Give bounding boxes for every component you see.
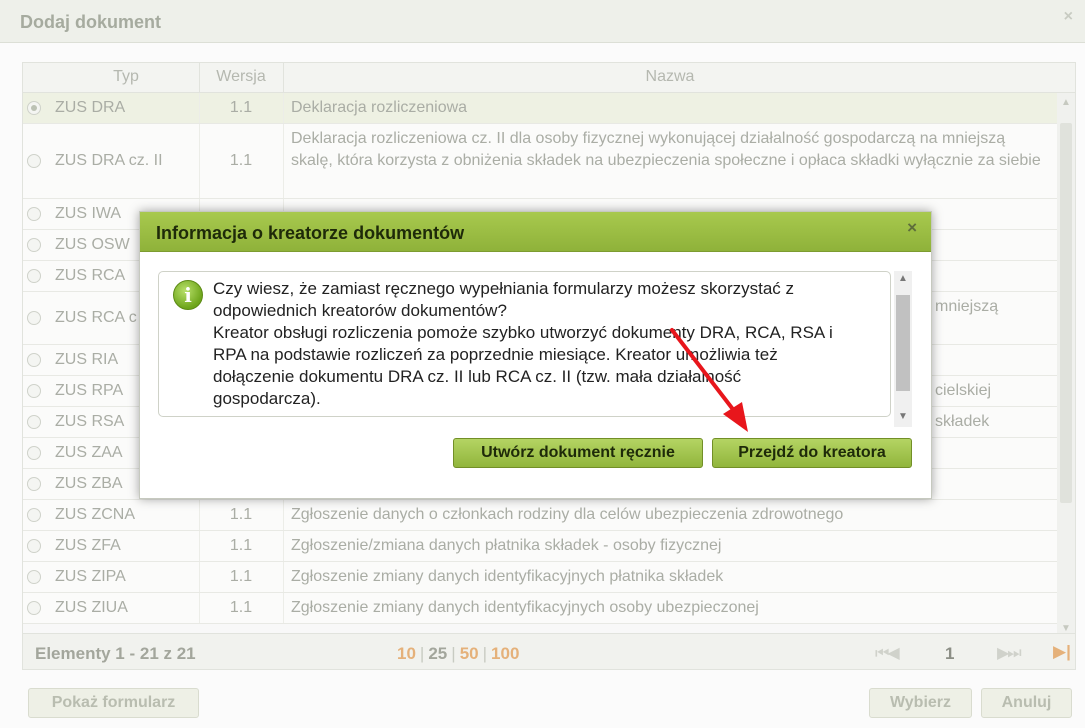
row-typ: ZUS ZAA [55, 444, 123, 461]
choose-button[interactable]: Wybierz [869, 688, 972, 718]
table-row[interactable]: ZUS ZIUA 1.1 Zgłoszenie zmiany danych id… [23, 593, 1057, 624]
window-title-bar: Dodaj dokument × [0, 0, 1085, 43]
scroll-up-icon[interactable]: ▲ [898, 273, 908, 284]
row-radio[interactable] [27, 269, 41, 283]
row-radio[interactable] [27, 238, 41, 252]
row-typ: ZUS ZIPA [55, 568, 126, 585]
row-radio[interactable] [27, 384, 41, 398]
page-size-100[interactable]: 100 [491, 644, 519, 663]
create-manually-button[interactable]: Utwórz dokument ręcznie [453, 438, 703, 468]
last-page-icon[interactable]: ▶⏭ [997, 643, 1022, 663]
row-typ: ZUS RCA [55, 267, 126, 284]
dialog-message: Czy wiesz, że zamiast ręcznego wypełnian… [213, 278, 885, 410]
row-radio[interactable] [27, 477, 41, 491]
message-line: Kreator obsługi rozliczenia pomoże szybk… [213, 323, 833, 342]
row-radio[interactable] [27, 101, 41, 115]
row-typ: ZUS DRA cz. II [55, 152, 163, 169]
table-row[interactable]: ZUS ZIPA 1.1 Zgłoszenie zmiany danych id… [23, 562, 1057, 593]
row-nazwa: składek [935, 413, 990, 430]
grid-scroll-thumb[interactable] [1060, 123, 1072, 503]
grid-scrollbar[interactable]: ▲ ▼ [1057, 93, 1075, 639]
scroll-down-icon[interactable]: ▼ [898, 411, 908, 422]
page-size-10[interactable]: 10 [397, 644, 416, 663]
column-header-wersja[interactable]: Wersja [199, 68, 283, 86]
row-radio[interactable] [27, 601, 41, 615]
show-form-button[interactable]: Pokaż formularz [28, 688, 199, 718]
row-typ: ZUS OSW [55, 236, 130, 253]
dialog-header: Informacja o kreatorze dokumentów × [140, 212, 931, 252]
page-size-options: 10 | 25 | 50 | 100 [397, 644, 520, 663]
info-icon: i [173, 280, 203, 310]
row-nazwa: cielskiej [935, 382, 992, 399]
table-row[interactable]: ZUS ZFA 1.1 Zgłoszenie/zmiana danych pła… [23, 531, 1057, 562]
row-typ: ZUS ZIUA [55, 599, 128, 616]
row-typ: ZUS RPA [55, 382, 124, 399]
table-row[interactable]: ZUS DRA 1.1 Deklaracja rozliczeniowa [23, 93, 1057, 124]
row-typ: ZUS RIA [55, 351, 119, 368]
row-nazwa: Zgłoszenie zmiany danych identyfikacyjny… [291, 568, 724, 585]
column-header-nazwa[interactable]: Nazwa [283, 68, 1057, 86]
row-wersja: 1.1 [229, 99, 253, 116]
dialog-message-box: i Czy wiesz, że zamiast ręcznego wypełni… [158, 271, 891, 417]
row-typ: ZUS ZBA [55, 475, 123, 492]
message-scroll-thumb[interactable] [896, 295, 910, 391]
row-wersja: 1.1 [229, 568, 253, 585]
page-size-50[interactable]: 50 [460, 644, 479, 663]
message-line: RPA na podstawie rozliczeń za poprzednie… [213, 345, 778, 364]
row-radio[interactable] [27, 415, 41, 429]
first-page-icon[interactable]: ⏮◀ [875, 643, 900, 663]
row-radio[interactable] [27, 508, 41, 522]
column-header-typ[interactable]: Typ [53, 68, 199, 86]
window-close-icon[interactable]: × [1064, 8, 1073, 26]
row-typ: ZUS DRA [55, 99, 126, 116]
row-radio[interactable] [27, 311, 41, 325]
row-radio[interactable] [27, 570, 41, 584]
row-nazwa: Zgłoszenie danych o członkach rodziny dl… [291, 506, 844, 523]
row-nazwa: Zgłoszenie/zmiana danych płatnika składe… [291, 537, 722, 554]
row-radio[interactable] [27, 154, 41, 168]
dialog-title: Informacja o kreatorze dokumentów [156, 223, 465, 243]
message-line: dołączenie dokumentu DRA cz. II lub RCA … [213, 367, 742, 386]
row-nazwa: Deklaracja rozliczeniowa [291, 99, 468, 116]
end-page-icon[interactable]: ▶| [1053, 642, 1071, 662]
page-size-25[interactable]: 25 [428, 644, 447, 663]
row-radio[interactable] [27, 539, 41, 553]
row-wersja: 1.1 [229, 537, 253, 554]
message-line: Czy wiesz, że zamiast ręcznego wypełnian… [213, 279, 795, 298]
row-wersja: 1.1 [229, 599, 253, 616]
dialog-close-icon[interactable]: × [907, 218, 917, 238]
grid-pager: Elementy 1 - 21 z 21 10 | 25 | 50 | 100 ⏮◀ 1 ▶… [23, 633, 1075, 669]
row-radio[interactable] [27, 207, 41, 221]
scroll-up-icon[interactable]: ▲ [1061, 97, 1071, 108]
window-title: Dodaj dokument [20, 12, 162, 32]
row-radio[interactable] [27, 353, 41, 367]
row-nazwa: Zgłoszenie zmiany danych identyfikacyjny… [291, 599, 759, 616]
row-typ: ZUS ZCNA [55, 506, 135, 523]
current-page: 1 [945, 644, 955, 663]
cancel-button[interactable]: Anuluj [981, 688, 1072, 718]
go-to-wizard-button[interactable]: Przejdź do kreatora [712, 438, 912, 468]
row-wersja: 1.1 [229, 506, 253, 523]
row-typ: ZUS RCA c [55, 309, 137, 326]
message-line: gospodarcza). [213, 389, 321, 408]
row-wersja: 1.1 [229, 152, 253, 169]
message-line: odpowiednich kreatorów dokumentów? [213, 301, 507, 320]
row-nazwa: mniejszą [935, 298, 999, 315]
row-nazwa: Deklaracja rozliczeniowa cz. II dla osob… [291, 130, 1041, 169]
message-scrollbar[interactable]: ▲ ▼ [894, 271, 912, 427]
row-radio[interactable] [27, 446, 41, 460]
row-typ: ZUS ZFA [55, 537, 121, 554]
wizard-info-dialog: Informacja o kreatorze dokumentów × i Cz… [139, 211, 932, 499]
pager-count: Elementy 1 - 21 z 21 [35, 644, 196, 663]
grid-header: Typ Wersja Nazwa [23, 63, 1075, 93]
row-typ: ZUS RSA [55, 413, 125, 430]
row-typ: ZUS IWA [55, 205, 122, 222]
table-row[interactable]: ZUS DRA cz. II 1.1 Deklaracja rozliczeni… [23, 124, 1057, 199]
table-row[interactable]: ZUS ZCNA 1.1 Zgłoszenie danych o członka… [23, 500, 1057, 531]
